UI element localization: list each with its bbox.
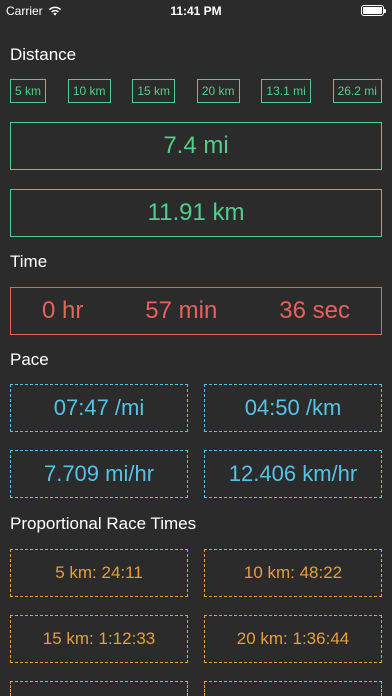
distance-miles-value: 7.4 mi [163, 132, 229, 159]
time-hours-field[interactable]: 0 hr [42, 297, 83, 325]
race-time-10km-label: 10 km: 48:22 [243, 563, 343, 582]
status-bar: Carrier 11:41 PM [0, 0, 392, 22]
preset-marathon-button[interactable]: 26.2 mi [332, 79, 382, 103]
pace-per-km-value: 04:50 /km [244, 395, 342, 420]
pace-per-mile-value: 07:47 /mi [53, 395, 145, 420]
speed-kph-value: 12.406 km/hr [228, 461, 358, 486]
time-title: Time [10, 252, 48, 271]
time-seconds-field[interactable]: 36 sec [279, 297, 350, 325]
battery-icon [361, 5, 386, 16]
race-times-title: Proportional Race Times [10, 514, 197, 533]
pace-title: Pace [10, 350, 49, 369]
speed-kph-field[interactable]: 12.406 km/hr [204, 450, 382, 498]
race-time-15km-label: 15 km: 1:12:33 [42, 629, 156, 648]
speed-mph-field[interactable]: 7.709 mi/hr [10, 450, 188, 498]
distance-km-value: 11.91 km [147, 199, 245, 226]
speed-mph-value: 7.709 mi/hr [43, 461, 155, 486]
distance-miles-field[interactable]: 7.4 mi [10, 122, 382, 170]
race-time-10km: 10 km: 48:22 [204, 549, 382, 597]
race-time-20km-label: 20 km: 1:36:44 [236, 629, 350, 648]
distance-km-field[interactable]: 11.91 km [10, 189, 382, 237]
pace-per-mile-field[interactable]: 07:47 /mi [10, 384, 188, 432]
preset-half-marathon-button[interactable]: 13.1 mi [261, 79, 311, 103]
race-time-next-right [204, 681, 382, 696]
time-field: 0 hr 57 min 36 sec [10, 287, 382, 335]
pace-per-km-field[interactable]: 04:50 /km [204, 384, 382, 432]
distance-presets: 5 km 10 km 15 km 20 km 13.1 mi 26.2 mi [10, 79, 382, 103]
status-time: 11:41 PM [170, 4, 222, 18]
race-time-5km-label: 5 km: 24:11 [55, 563, 143, 582]
distance-title: Distance [10, 45, 77, 64]
race-time-20km: 20 km: 1:36:44 [204, 615, 382, 663]
race-time-5km: 5 km: 24:11 [10, 549, 188, 597]
preset-20km-button[interactable]: 20 km [196, 79, 240, 103]
race-time-next-left [10, 681, 188, 696]
preset-15km-button[interactable]: 15 km [132, 79, 176, 103]
preset-10km-button[interactable]: 10 km [67, 79, 111, 103]
time-minutes-field[interactable]: 57 min [145, 297, 217, 325]
race-time-15km: 15 km: 1:12:33 [10, 615, 188, 663]
preset-5km-button[interactable]: 5 km [10, 79, 47, 103]
